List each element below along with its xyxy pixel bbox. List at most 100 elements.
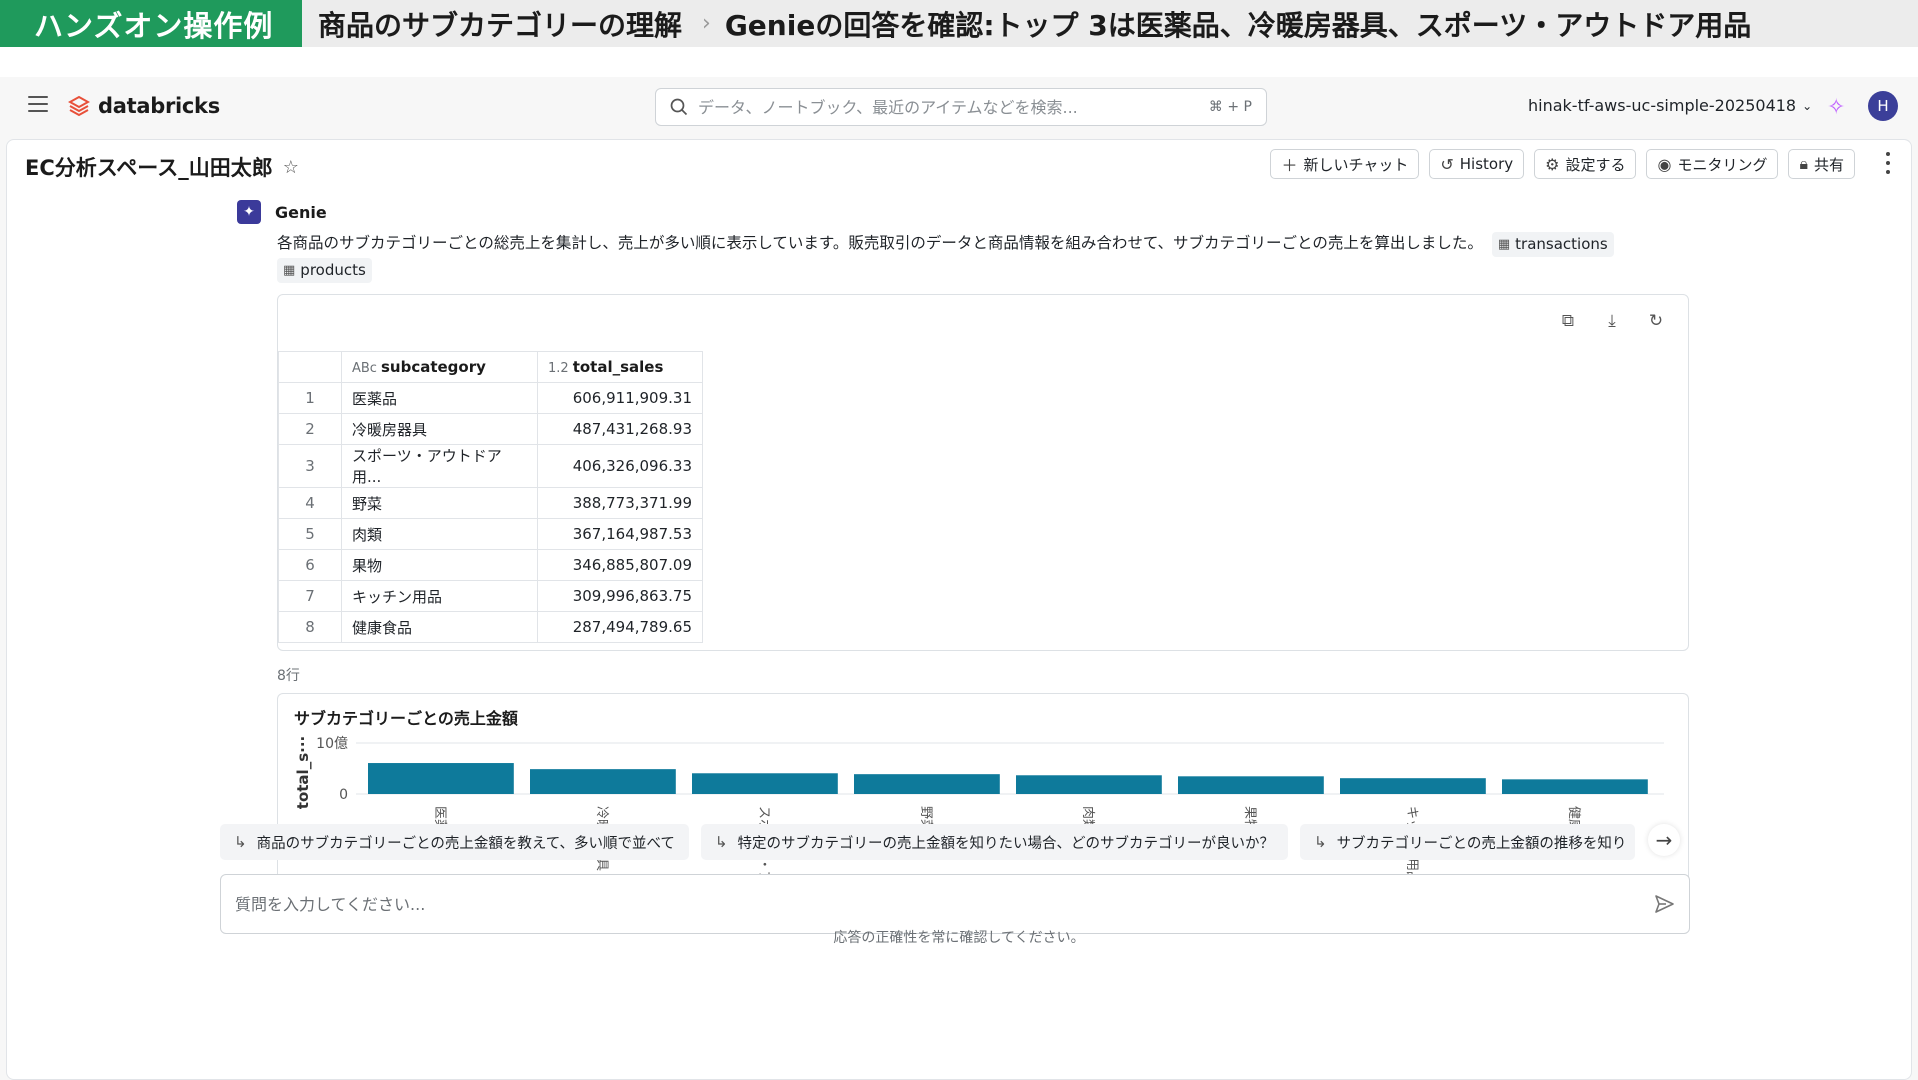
total-sales-cell: 309,996,863.75 xyxy=(537,580,703,612)
card-actions: ⧉ ⤓ ↻ xyxy=(1558,311,1666,331)
global-search[interactable]: ⌘ + P xyxy=(655,88,1267,126)
suggestion-chip[interactable]: ↳ 商品のサブカテゴリーごとの売上金額を教えて、多い順で並べて xyxy=(220,824,689,860)
databricks-app: databricks ⌘ + P hinak-tf-aws-uc-simple-… xyxy=(0,77,1918,1080)
copy-icon[interactable]: ⧉ xyxy=(1558,311,1578,331)
eye-icon: ◉ xyxy=(1657,154,1672,174)
plus-icon: ＋ xyxy=(1281,156,1298,175)
suggestion-text: 商品のサブカテゴリーごとの売上金額を教えて、多い順で並べて xyxy=(256,835,675,852)
search-icon xyxy=(670,98,688,116)
table-chip-products[interactable]: ▦ products xyxy=(277,258,372,283)
slide-banner: ハンズオン操作例 商品のサブカテゴリーの理解 › Genieの回答を確認:トップ… xyxy=(0,0,1918,47)
reply-arrow-icon: ↳ xyxy=(714,833,728,851)
table-chip-transactions[interactable]: ▦ transactions xyxy=(1491,232,1614,257)
table-header-row: ABc subcategory 1.2 total_sales xyxy=(278,351,703,383)
reply-arrow-icon: ↳ xyxy=(1313,833,1327,851)
y-axis-label: total_s··· xyxy=(294,736,312,809)
star-icon[interactable]: ☆ xyxy=(283,157,299,178)
table-icon: ▦ xyxy=(1497,237,1511,252)
table-row[interactable]: 2 冷暖房器具 487,431,268.93 xyxy=(278,413,703,445)
suggestion-chip[interactable]: ↳ サブカテゴリーごとの売上金額の推移を知り xyxy=(1299,824,1635,860)
row-index: 8 xyxy=(278,611,342,643)
suggestion-chip[interactable]: ↳ 特定のサブカテゴリーの売上金額を知りたい場合、どのサブカテゴリーが良いか？ xyxy=(700,824,1288,860)
search-input[interactable] xyxy=(698,97,1209,117)
logo-text: databricks xyxy=(98,94,220,118)
refresh-icon[interactable]: ↻ xyxy=(1646,311,1666,331)
question-input[interactable] xyxy=(235,894,1653,914)
table-row[interactable]: 4 野菜 388,773,371.99 xyxy=(278,487,703,519)
y-tick-label: 0 xyxy=(339,787,348,803)
history-button[interactable]: ↺ History xyxy=(1429,149,1525,179)
total-sales-cell: 406,326,096.33 xyxy=(537,444,703,488)
answer-text: 各商品のサブカテゴリーごとの総売上を集計し、売上が多い順に表示しています。販売取… xyxy=(277,234,1483,252)
disclaimer: 応答の正確性を常に確認してください。 xyxy=(833,930,1085,946)
genie-answer: 各商品のサブカテゴリーごとの総売上を集計し、売上が多い順に表示しています。販売取… xyxy=(277,231,1657,283)
banner-tag: ハンズオン操作例 xyxy=(0,0,302,47)
total-sales-cell: 367,164,987.53 xyxy=(537,518,703,550)
table-icon: ▦ xyxy=(283,263,296,278)
index-header xyxy=(278,351,342,383)
table-chip-label: products xyxy=(300,261,366,279)
table-row[interactable]: 1 医薬品 606,911,909.31 xyxy=(278,382,703,414)
new-chat-button[interactable]: ＋ 新しいチャット xyxy=(1270,149,1420,179)
subcategory-cell: スポーツ・アウトドア用... xyxy=(341,444,538,488)
history-icon: ↺ xyxy=(1440,154,1454,174)
subcategory-cell: キッチン用品 xyxy=(341,580,538,612)
row-index: 4 xyxy=(278,487,342,519)
genie-name: Genie xyxy=(275,202,327,222)
bar xyxy=(692,773,838,794)
avatar[interactable]: H xyxy=(1868,91,1898,121)
lock-icon: 🔒︎ xyxy=(1799,154,1808,173)
send-icon[interactable] xyxy=(1653,893,1675,915)
bar xyxy=(1340,778,1486,794)
settings-button[interactable]: ⚙ 設定する xyxy=(1534,149,1637,179)
download-icon[interactable]: ⤓ xyxy=(1602,311,1622,331)
table-row[interactable]: 7 キッチン用品 309,996,863.75 xyxy=(278,580,703,612)
table-chip-label: transactions xyxy=(1515,235,1608,253)
databricks-logo-icon xyxy=(68,95,90,117)
top-bar: databricks ⌘ + P hinak-tf-aws-uc-simple-… xyxy=(0,77,1918,137)
table-row[interactable]: 3 スポーツ・アウトドア用... 406,326,096.33 xyxy=(278,444,703,488)
chat-composer xyxy=(220,874,1690,934)
suggestion-list: ↳ 商品のサブカテゴリーごとの売上金額を教えて、多い順で並べて ↳ 特定のサブカテゴ… xyxy=(220,822,1690,862)
bar xyxy=(1502,779,1648,794)
space-title: EC分析スペース_山田太郎 xyxy=(25,156,273,180)
column-header-subcategory[interactable]: ABc subcategory xyxy=(341,351,538,383)
assistant-sparkle-icon[interactable]: ✧ xyxy=(1827,95,1845,120)
suggestion-text: サブカテゴリーごとの売上金額の推移を知り xyxy=(1336,835,1627,852)
bar xyxy=(854,774,1000,794)
total-sales-cell: 388,773,371.99 xyxy=(537,487,703,519)
chevron-down-icon: ⌄ xyxy=(1802,98,1813,113)
row-index: 5 xyxy=(278,518,342,550)
history-label: History xyxy=(1459,155,1514,173)
subcategory-cell: 野菜 xyxy=(341,487,538,519)
result-table-card: ⧉ ⤓ ↻ ABc subcategory 1.2 total_sales 1 医薬品… xyxy=(277,294,1689,651)
share-button[interactable]: 🔒︎ 共有 xyxy=(1788,149,1855,179)
reply-arrow-icon: ↳ xyxy=(234,833,247,851)
total-sales-cell: 606,911,909.31 xyxy=(537,382,703,414)
more-options-icon[interactable] xyxy=(1885,152,1891,174)
bar xyxy=(1178,776,1324,794)
bar xyxy=(530,769,676,794)
row-index: 7 xyxy=(278,580,342,612)
settings-label: 設定する xyxy=(1565,155,1626,174)
column-header-total-sales[interactable]: 1.2 total_sales xyxy=(537,351,703,383)
y-tick-label: 10億 xyxy=(316,736,348,752)
gear-icon: ⚙ xyxy=(1545,154,1560,174)
space-toolbar: ＋ 新しいチャット ↺ History ⚙ 設定する ◉ モニタリング 🔒︎ 共有 xyxy=(1270,149,1855,179)
bar xyxy=(368,763,514,794)
table-row[interactable]: 6 果物 346,885,807.09 xyxy=(278,549,703,581)
arrow-right-icon[interactable]: → xyxy=(1648,824,1680,856)
decimal-type-icon: 1.2 xyxy=(548,361,569,376)
menu-icon[interactable] xyxy=(28,96,48,112)
subcategory-cell: 冷暖房器具 xyxy=(341,413,538,445)
workspace-selector[interactable]: hinak-tf-aws-uc-simple-20250418 ⌄ xyxy=(1528,96,1812,115)
banner-separator: › xyxy=(702,11,711,36)
total-sales-cell: 287,494,789.65 xyxy=(537,611,703,643)
new-chat-label: 新しいチャット xyxy=(1303,155,1409,174)
table-row[interactable]: 8 健康食品 287,494,789.65 xyxy=(278,611,703,643)
table-row[interactable]: 5 肉類 367,164,987.53 xyxy=(278,518,703,550)
page-title: EC分析スペース_山田太郎 ☆ xyxy=(25,152,299,182)
databricks-logo[interactable]: databricks xyxy=(68,94,220,118)
subcategory-cell: 肉類 xyxy=(341,518,538,550)
monitoring-button[interactable]: ◉ モニタリング xyxy=(1646,149,1779,179)
